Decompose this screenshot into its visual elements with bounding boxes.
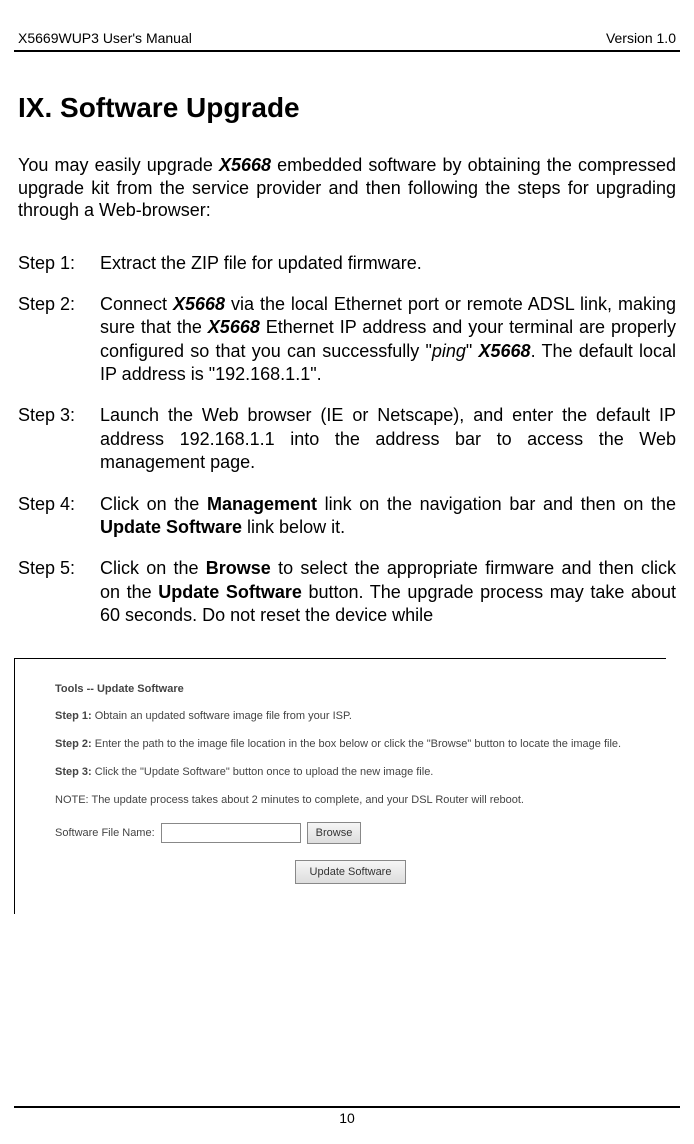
screenshot-step2: Step 2: Enter the path to the image file… [55, 737, 646, 751]
management-bold: Management [207, 494, 317, 514]
page-title: IX. Software Upgrade [14, 92, 680, 124]
update-software-bold: Update Software [158, 582, 302, 602]
step-5-label: Step 5: [18, 557, 100, 627]
text: Connect [100, 294, 173, 314]
footer-rule [14, 1106, 680, 1108]
model-bold: X5668 [479, 341, 531, 361]
file-name-label: Software File Name: [55, 827, 155, 839]
screenshot-title-bold: Tools -- Update Software [55, 683, 184, 695]
text: link below it. [242, 517, 345, 537]
intro-paragraph: You may easily upgrade X5668 embedded so… [14, 154, 680, 222]
page-number: 10 [0, 1110, 694, 1126]
label: Step 2: [55, 738, 92, 750]
text: Click on the [100, 494, 207, 514]
screenshot-note: NOTE: The update process takes about 2 m… [55, 793, 646, 807]
step-3-label: Step 3: [18, 404, 100, 474]
step-5-body: Click on the Browse to select the approp… [100, 557, 676, 627]
screenshot-update-row: Update Software [55, 860, 646, 884]
step-3-body: Launch the Web browser (IE or Netscape),… [100, 404, 676, 474]
header-rule [14, 50, 680, 52]
header-left: X5669WUP3 User's Manual [18, 30, 192, 46]
steps-list: Step 1: Extract the ZIP file for updated… [14, 252, 680, 628]
model-bold: X5668 [208, 317, 260, 337]
intro-model-bold: X5668 [219, 155, 271, 175]
browse-button[interactable]: Browse [307, 822, 362, 844]
step-5: Step 5: Click on the Browse to select th… [18, 557, 676, 627]
intro-text-pre: You may easily upgrade [18, 155, 219, 175]
step-1-body: Extract the ZIP file for updated firmwar… [100, 252, 676, 275]
step-1: Step 1: Extract the ZIP file for updated… [18, 252, 676, 275]
update-software-bold: Update Software [100, 517, 242, 537]
text: link on the navigation bar and then on t… [317, 494, 676, 514]
step-4-label: Step 4: [18, 493, 100, 540]
step-2-body: Connect X5668 via the local Ethernet por… [100, 293, 676, 387]
screenshot-title: Tools -- Update Software [55, 683, 646, 695]
text: Enter the path to the image file locatio… [92, 738, 621, 750]
page: X5669WUP3 User's Manual Version 1.0 IX. … [0, 0, 694, 1144]
step-2: Step 2: Connect X5668 via the local Ethe… [18, 293, 676, 387]
step-2-label: Step 2: [18, 293, 100, 387]
step-1-label: Step 1: [18, 252, 100, 275]
embedded-screenshot: Tools -- Update Software Step 1: Obtain … [14, 658, 666, 914]
header: X5669WUP3 User's Manual Version 1.0 [14, 30, 680, 50]
screenshot-step3: Step 3: Click the "Update Software" butt… [55, 765, 646, 779]
step-4: Step 4: Click on the Management link on … [18, 493, 676, 540]
text: " [466, 341, 479, 361]
header-right: Version 1.0 [606, 30, 676, 46]
text: Click on the [100, 558, 206, 578]
footer: 10 [0, 1106, 694, 1126]
text: Click the "Update Software" button once … [92, 766, 434, 778]
ping-italic: ping [432, 341, 466, 361]
text: Obtain an updated software image file fr… [92, 710, 352, 722]
screenshot-file-row: Software File Name: Browse [55, 822, 646, 844]
model-bold: X5668 [173, 294, 225, 314]
step-4-body: Click on the Management link on the navi… [100, 493, 676, 540]
label: Step 3: [55, 766, 92, 778]
step-3: Step 3: Launch the Web browser (IE or Ne… [18, 404, 676, 474]
label: Step 1: [55, 710, 92, 722]
browse-bold: Browse [206, 558, 271, 578]
screenshot-step1: Step 1: Obtain an updated software image… [55, 709, 646, 723]
update-software-button[interactable]: Update Software [295, 860, 407, 884]
file-name-input[interactable] [161, 823, 301, 843]
